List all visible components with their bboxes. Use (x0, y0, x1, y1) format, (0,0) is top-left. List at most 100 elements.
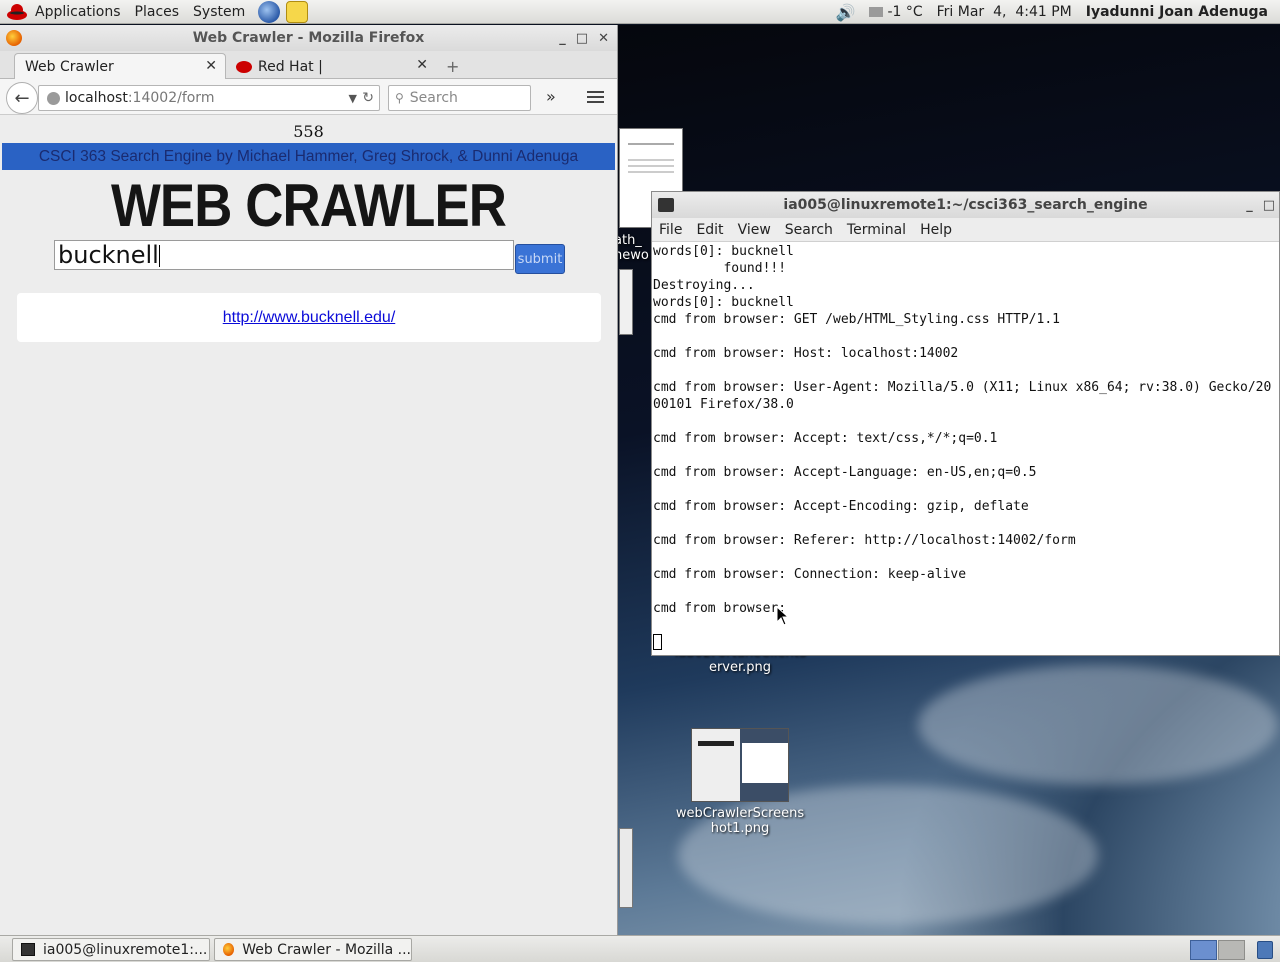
terminal-line: cmd from browser: Accept-Encoding: gzip,… (653, 499, 1029, 514)
notes-launcher-icon[interactable] (286, 0, 309, 23)
volume-icon[interactable]: 🔊 (829, 0, 863, 24)
terminal-menu-search[interactable]: Search (778, 222, 840, 238)
desktop-icon-webcrawler-screenshot[interactable]: webCrawlerScreens hot1.png (670, 728, 810, 836)
trash-icon[interactable] (1257, 941, 1273, 959)
weather-widget[interactable]: -1 °C (862, 0, 929, 24)
url-dropdown-icon[interactable]: ▼ (349, 92, 357, 105)
menu-applications[interactable]: Applications (28, 0, 128, 24)
menu-system[interactable]: System (186, 0, 252, 24)
thunderbird-launcher-icon[interactable] (258, 0, 281, 23)
hit-counter: 558 (293, 122, 324, 141)
terminal-menu-edit[interactable]: Edit (689, 222, 730, 238)
credits-banner: CSCI 363 Search Engine by Michael Hammer… (2, 143, 615, 170)
redhat-favicon-icon (236, 60, 252, 73)
terminal-menu-view[interactable]: View (731, 222, 778, 238)
tab-close-icon[interactable]: ✕ (416, 57, 428, 73)
taskbar-label: ia005@linuxremote1:... (43, 941, 208, 958)
weather-icon (869, 7, 884, 17)
menu-places[interactable]: Places (128, 0, 187, 24)
reload-icon[interactable]: ↻ (362, 90, 374, 106)
desktop-partial-thumb[interactable] (619, 828, 633, 908)
terminal-menubar: File Edit View Search Terminal Help (652, 218, 1279, 242)
tab-close-icon[interactable]: ✕ (205, 58, 217, 74)
top-panel: Applications Places System 🔊 -1 °C Fri M… (0, 0, 1280, 24)
text-caret (158, 245, 160, 267)
minimize-icon[interactable]: _ (559, 31, 566, 46)
desktop-icon-label: ath_ (618, 233, 642, 248)
terminal-menu-help[interactable]: Help (913, 222, 959, 238)
close-icon[interactable]: ✕ (598, 31, 609, 46)
user-name[interactable]: Iyadunni Joan Adenuga (1079, 0, 1280, 24)
result-link[interactable]: http://www.bucknell.edu/ (223, 309, 396, 327)
tab-red-hat[interactable]: Red Hat | ✕ (226, 53, 436, 80)
minimize-icon[interactable]: _ (1246, 198, 1253, 213)
search-bar[interactable]: ⚲ Search (388, 85, 531, 111)
firefox-icon (6, 30, 22, 46)
desktop-icon-label: erver.png (708, 660, 772, 675)
submit-button[interactable]: submit (515, 244, 565, 274)
terminal-line: cmd from browser: (653, 601, 794, 616)
back-arrow-icon: ← (14, 87, 30, 109)
terminal-cursor (653, 634, 662, 650)
query-text: bucknell (58, 241, 159, 269)
terminal-line: cmd from browser: Referer: http://localh… (653, 533, 1076, 548)
terminal-icon (658, 198, 674, 212)
tab-label: Red Hat | (258, 58, 323, 75)
hamburger-menu-icon[interactable] (587, 91, 604, 103)
weather-temp: -1 °C (887, 4, 923, 20)
search-icon: ⚲ (395, 91, 404, 105)
window-title: Web Crawler - Mozilla Firefox (192, 30, 425, 46)
globe-icon (47, 91, 60, 105)
clock[interactable]: Fri Mar 4, 4:41 PM (930, 0, 1079, 24)
terminal-icon (21, 943, 35, 956)
overflow-chevron-icon[interactable]: » (546, 87, 556, 106)
image-thumbnail (691, 728, 789, 802)
redhat-logo-icon[interactable] (6, 2, 28, 22)
url-bar[interactable]: localhost:14002/form ▼ ↻ (38, 85, 380, 111)
terminal-line: cmd from browser: User-Agent: Mozilla/5.… (653, 380, 1272, 395)
new-tab-button[interactable]: + (446, 57, 459, 76)
terminal-line: Destroying... (653, 278, 755, 293)
maximize-icon[interactable]: □ (1263, 198, 1275, 213)
result-card: http://www.bucknell.edu/ (17, 293, 601, 342)
url-host: localhost (65, 90, 128, 106)
terminal-line: cmd from browser: Accept: text/css,*/*;q… (653, 431, 998, 446)
firefox-titlebar[interactable]: Web Crawler - Mozilla Firefox _ □ ✕ (0, 25, 617, 51)
workspace-switcher[interactable] (1190, 940, 1245, 960)
terminal-line: words[0]: bucknell (653, 244, 794, 259)
terminal-menu-terminal[interactable]: Terminal (840, 222, 913, 238)
terminal-line: cmd from browser: Accept-Language: en-US… (653, 465, 1037, 480)
workspace-1[interactable] (1190, 940, 1217, 960)
firefox-window: Web Crawler - Mozilla Firefox _ □ ✕ Web … (0, 25, 618, 935)
terminal-line: 00101 Firefox/38.0 (653, 397, 794, 412)
firefox-icon (223, 943, 235, 956)
terminal-output[interactable]: words[0]: bucknell found!!! Destroying...… (653, 243, 1279, 655)
tab-strip: Web Crawler ✕ Red Hat | ✕ + (0, 51, 617, 80)
terminal-window: ia005@linuxremote1:~/csci363_search_engi… (651, 191, 1280, 656)
bottom-panel: ia005@linuxremote1:... Web Crawler - Moz… (0, 935, 1280, 962)
desktop-icon-label: hot1.png (710, 821, 770, 836)
terminal-line: found!!! (653, 261, 787, 276)
back-button[interactable]: ← (6, 82, 38, 114)
desktop-icon-partial[interactable]: ath_ newo (618, 233, 654, 263)
terminal-menu-file[interactable]: File (652, 222, 689, 238)
terminal-titlebar[interactable]: ia005@linuxremote1:~/csci363_search_engi… (652, 192, 1279, 218)
page-content: 558 CSCI 363 Search Engine by Michael Ha… (0, 116, 617, 935)
terminal-line: cmd from browser: Host: localhost:14002 (653, 346, 959, 361)
maximize-icon[interactable]: □ (576, 31, 588, 46)
search-form: bucknell submit (0, 240, 617, 280)
query-input[interactable]: bucknell (54, 240, 514, 270)
taskbar-terminal[interactable]: ia005@linuxremote1:... (12, 938, 210, 961)
desktop-partial-thumb[interactable] (619, 269, 633, 335)
tab-web-crawler[interactable]: Web Crawler ✕ (14, 53, 226, 80)
taskbar-firefox[interactable]: Web Crawler - Mozilla ... (214, 938, 412, 961)
workspace-2[interactable] (1218, 940, 1245, 960)
